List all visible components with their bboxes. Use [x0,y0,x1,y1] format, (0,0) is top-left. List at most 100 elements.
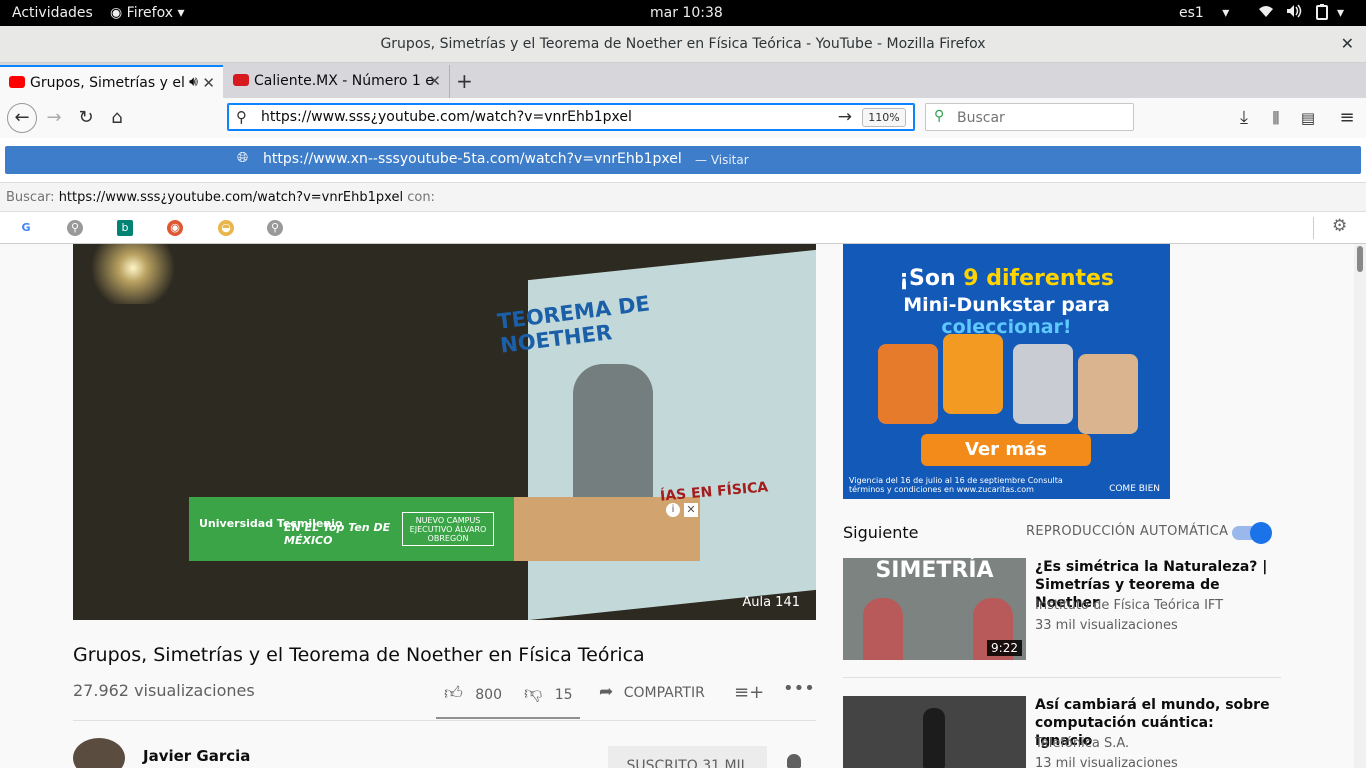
tab-close-icon[interactable]: ✕ [202,74,215,92]
sidebar-icon[interactable]: ▤ [1294,104,1322,132]
url-suggestion-popup: 🌐︎ https://www.xn--sssyoutube-5ta.com/wa… [0,138,1366,244]
sentiment-bar [436,717,580,719]
dislike-button[interactable]: 👎︎ 15 [524,682,573,704]
caret-down-icon: ▾ [177,5,185,21]
activities-button[interactable]: Actividades [12,4,93,22]
search-with-label: Buscar: [6,190,55,205]
share-button[interactable]: ➦ COMPARTIR [599,682,705,702]
url-bar[interactable]: ⚲ https://www.sss¿youtube.com/watch?v=vn… [227,103,915,131]
ad-info-icon[interactable]: i [666,503,680,517]
clock[interactable]: mar 10:38 [650,4,723,22]
ad-figure [1013,344,1073,424]
home-icon[interactable]: ⌂ [103,104,131,132]
ad-figure [943,334,1003,414]
search-engine-icon[interactable]: ⚲ [934,108,944,124]
ceiling-lamp [73,244,193,304]
search-box[interactable]: ⚲ Buscar [925,103,1134,131]
channel-name[interactable]: Javier Garcia [143,747,250,765]
page-scrollbar[interactable] [1354,244,1366,768]
recommended-video[interactable]: SIMETRÍA 9:22 ¿Es simétrica la Naturalez… [843,558,1281,662]
search-engine-icon[interactable]: ⚲ [267,220,283,236]
divider [73,720,816,721]
ad-campus: NUEVO CAMPUS EJECUTIVO ÁLVARO OBREGÓN [402,512,494,546]
recommended-views: 13 mil visualizaciones [1035,756,1178,768]
recommended-video[interactable]: Así cambiará el mundo, sobre computación… [843,696,1281,768]
more-actions-icon[interactable]: ••• [783,678,815,699]
notification-bell-icon[interactable] [787,754,801,768]
search-settings-gear-icon[interactable]: ⚙ [1332,216,1347,236]
back-arrow-icon[interactable]: ← [7,103,37,133]
sidebar-ad[interactable]: ¡Son 9 diferentes Mini-Dunkstar para col… [843,244,1170,499]
window-close-icon[interactable]: ✕ [1341,34,1354,53]
search-with-suffix: con: [407,190,435,205]
up-next-label: Siguiente [843,523,919,542]
recommended-channel[interactable]: Instituto de Física Teórica IFT [1035,598,1223,613]
ad-cta-button[interactable]: Ver más [921,434,1091,466]
reload-icon[interactable]: ↻ [72,104,100,132]
suggestion-url: https://www.xn--sssyoutube-5ta.com/watch… [263,151,682,167]
thumbs-down-icon: 👎︎ [524,683,543,704]
autoplay-label: REPRODUCCIÓN AUTOMÁTICA [1026,524,1229,539]
bing-engine-icon[interactable]: b [117,220,133,236]
zoom-indicator[interactable]: 110% [862,108,906,127]
thumbnail-person [923,708,945,768]
ad-tagline: EN EL Top Ten DE MÉXICO [284,521,391,547]
caret-down-icon[interactable]: ▾ [1337,4,1344,22]
new-tab-plus-icon[interactable]: + [456,69,473,93]
video-thumbnail[interactable] [843,696,1026,768]
ad-headline: ¡Son 9 diferentes [898,266,1115,291]
channel-avatar[interactable] [73,738,125,768]
duckduckgo-engine-icon[interactable]: ◉ [167,220,183,236]
google-engine-icon[interactable]: G [18,220,34,236]
firefox-app-icon: ◉ [110,5,123,21]
go-arrow-icon[interactable]: → [838,107,852,127]
window-titlebar: Grupos, Simetrías y el Teorema de Noethe… [0,26,1366,63]
wifi-icon[interactable] [1258,4,1274,23]
url-text[interactable]: https://www.sss¿youtube.com/watch?v=vnrE… [261,109,632,125]
ad-figure [1078,354,1138,434]
mercadolibre-engine-icon[interactable]: ◒ [218,220,234,236]
thumbnail-text: SIMETRÍA [875,558,994,583]
add-to-playlist-icon[interactable]: ≡+ [734,682,764,703]
caret-down-icon: ▾ [1222,5,1230,21]
thumbnail-person [863,598,903,660]
forward-arrow-icon[interactable]: → [40,104,68,132]
share-arrow-icon: ➦ [599,682,614,702]
power-menu-icon[interactable] [1315,4,1329,25]
speaker-icon[interactable]: 🔊︎ [186,74,198,90]
tab-strip: Grupos, Simetrías y el T 🔊︎ ✕ Caliente.M… [0,63,1366,98]
tab-youtube[interactable]: Grupos, Simetrías y el T 🔊︎ ✕ [0,65,223,98]
search-icon: ⚲ [236,108,247,126]
subscribed-button[interactable]: SUSCRITO 31 MIL [608,746,767,768]
recommended-channel[interactable]: Telefónica S.A. [1035,736,1129,751]
ad-close-icon[interactable]: ✕ [684,503,698,517]
video-overlay-ad[interactable]: Universidad Tecmilenio EN EL Top Ten DE … [189,497,700,561]
window-title: Grupos, Simetrías y el Teorema de Noethe… [380,36,986,52]
ad-badge: COME BIEN [1109,484,1160,494]
youtube-page: Aula 141 Universidad Tecmilenio EN EL To… [0,244,1366,768]
library-icon[interactable]: ⫼ [1262,104,1290,132]
keyboard-layout-indicator[interactable]: es1 ▾ [1179,4,1229,22]
aula-watermark: Aula 141 [742,595,800,610]
ad-figure [878,344,938,424]
search-engine-list: G ⚲ b ◉ ◒ ⚲ ⚙ [0,212,1366,244]
ad-legal-text: Vigencia del 16 de julio al 16 de septie… [849,476,1063,494]
autoplay-toggle[interactable] [1232,522,1272,544]
like-button[interactable]: 👍︎ 800 [444,682,502,704]
divider [1313,217,1314,239]
globe-icon: 🌐︎ [237,150,249,166]
search-with-query: https://www.sss¿youtube.com/watch?v=vnrE… [58,190,404,205]
ad-subheadline: Mini-Dunkstar para coleccionar! [903,294,1110,338]
video-thumbnail[interactable]: SIMETRÍA 9:22 [843,558,1026,660]
volume-icon[interactable] [1286,4,1302,23]
hamburger-menu-icon[interactable]: ≡ [1333,104,1361,132]
tab-caliente[interactable]: Caliente.MX - Número 1 e ✕ [224,65,450,98]
search-engine-icon[interactable]: ⚲ [67,220,83,236]
suggestion-action: — Visitar [695,153,749,167]
thumbs-up-icon: 👍︎ [444,683,463,704]
download-icon[interactable]: ⤓ [1230,104,1258,132]
caliente-icon [233,74,249,86]
app-menu-firefox[interactable]: ◉ Firefox ▾ [110,4,185,22]
suggestion-visit-row[interactable]: 🌐︎ https://www.xn--sssyoutube-5ta.com/wa… [5,146,1361,174]
tab-close-icon[interactable]: ✕ [428,72,441,90]
